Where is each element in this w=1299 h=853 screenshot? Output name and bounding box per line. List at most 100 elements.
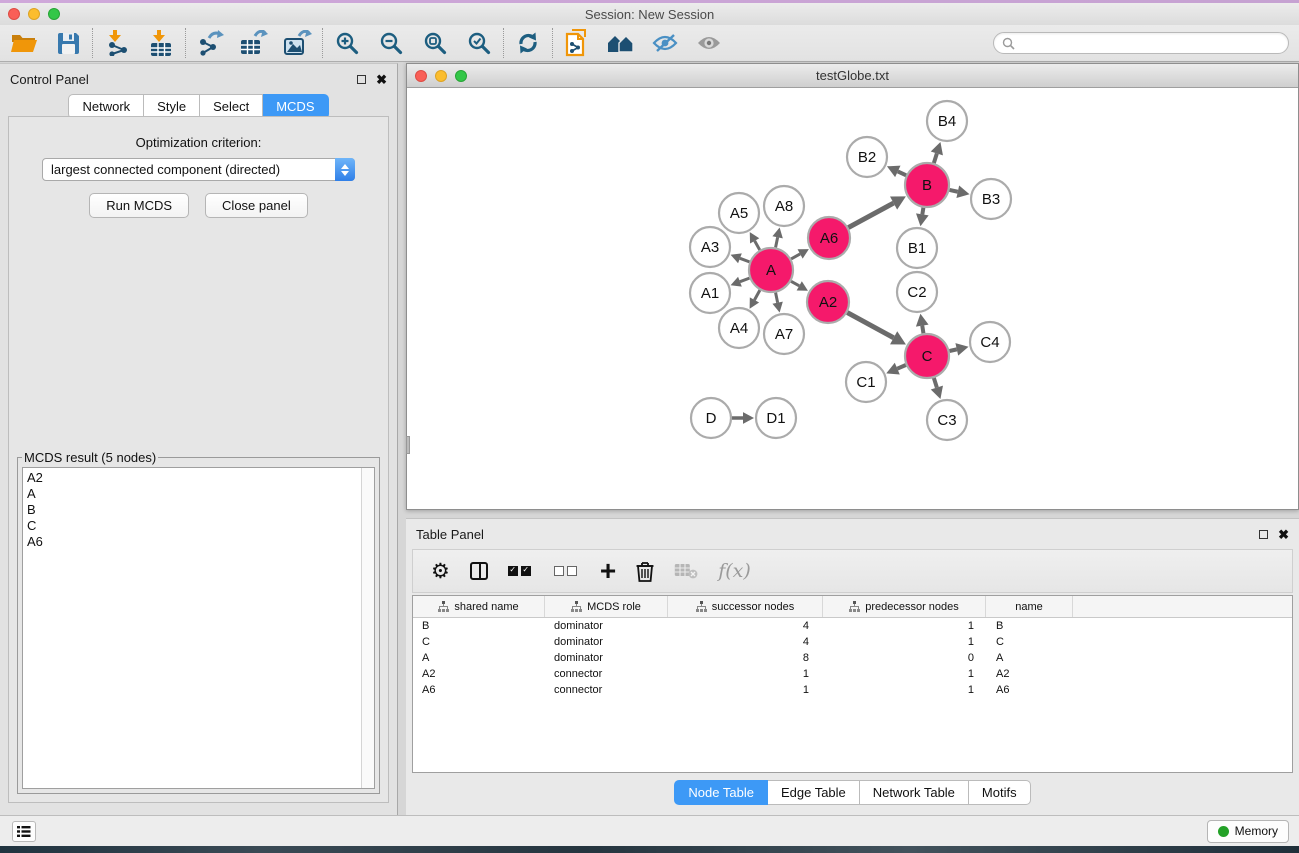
- graph-node-label-A7: A7: [775, 326, 793, 343]
- edge-arrowhead: [916, 314, 929, 327]
- edge-A2-C[interactable]: [847, 313, 893, 338]
- edge-A-A5[interactable]: [755, 241, 760, 250]
- table-panel-title: Table Panel: [416, 527, 484, 542]
- tab-network-table[interactable]: Network Table: [860, 780, 969, 805]
- edge-C-C3[interactable]: [934, 378, 937, 388]
- table-close-panel-icon[interactable]: ✖: [1278, 528, 1289, 541]
- edge-B-B3[interactable]: [949, 190, 957, 192]
- delete-column-trash-icon[interactable]: [636, 558, 654, 584]
- float-panel-icon[interactable]: [357, 75, 366, 84]
- table-cell: 1: [823, 682, 986, 698]
- memory-button[interactable]: Memory: [1207, 820, 1289, 843]
- hide-selected-eye-icon[interactable]: [650, 29, 680, 57]
- mcds-result-item[interactable]: A: [27, 486, 357, 502]
- mcds-result-list[interactable]: A2ABCA6: [23, 468, 361, 788]
- node-table: shared nameMCDS rolesuccessor nodesprede…: [412, 595, 1293, 773]
- import-network-icon[interactable]: [102, 29, 132, 57]
- edge-A-A6[interactable]: [791, 254, 800, 259]
- edge-C-C4[interactable]: [949, 349, 956, 351]
- optimization-criterion-label: Optimization criterion:: [9, 135, 388, 150]
- new-network-from-selection-icon[interactable]: [562, 29, 592, 57]
- column-header-successor-nodes[interactable]: successor nodes: [668, 596, 823, 617]
- zoom-fit-icon[interactable]: [420, 29, 450, 57]
- edge-A-A7[interactable]: [776, 293, 778, 303]
- table-row[interactable]: A2connector11A2: [413, 666, 1292, 682]
- table-cell: A: [986, 650, 1073, 666]
- add-column-icon[interactable]: +: [600, 558, 616, 584]
- task-history-button[interactable]: [12, 821, 36, 842]
- table-cell: dominator: [545, 650, 668, 666]
- refresh-layout-icon[interactable]: [513, 29, 543, 57]
- edge-arrowhead: [955, 343, 968, 355]
- tab-edge-table[interactable]: Edge Table: [768, 780, 860, 805]
- delete-table-icon[interactable]: [674, 558, 698, 584]
- edge-A-A1[interactable]: [740, 278, 750, 282]
- edge-B-B1[interactable]: [922, 208, 923, 215]
- table-cell: C: [986, 634, 1073, 650]
- table-float-panel-icon[interactable]: [1259, 530, 1268, 539]
- graph-node-label-A5: A5: [730, 205, 748, 222]
- mcds-list-scrollbar[interactable]: [361, 468, 374, 788]
- mcds-result-item[interactable]: B: [27, 502, 357, 518]
- edge-C-C1[interactable]: [897, 365, 906, 369]
- edge-A-A8[interactable]: [776, 237, 778, 247]
- tab-motifs[interactable]: Motifs: [969, 780, 1031, 805]
- search-input[interactable]: [1020, 36, 1280, 50]
- edge-A-A4[interactable]: [754, 290, 759, 300]
- run-mcds-button[interactable]: Run MCDS: [89, 193, 189, 218]
- function-builder-icon[interactable]: f(x): [718, 558, 751, 584]
- first-neighbors-icon[interactable]: [606, 29, 636, 57]
- table-cell: 0: [823, 650, 986, 666]
- close-panel-icon[interactable]: ✖: [376, 73, 387, 86]
- open-file-icon[interactable]: [9, 29, 39, 57]
- table-cell: A2: [986, 666, 1073, 682]
- close-panel-button[interactable]: Close panel: [205, 193, 308, 218]
- deselect-all-rows-icon[interactable]: [554, 558, 580, 584]
- memory-label: Memory: [1235, 824, 1278, 838]
- edge-B-B2[interactable]: [898, 171, 906, 175]
- edge-A-A3[interactable]: [740, 258, 750, 262]
- column-header-name[interactable]: name: [986, 596, 1073, 617]
- mcds-result-item[interactable]: C: [27, 518, 357, 534]
- edge-C-C2[interactable]: [922, 326, 923, 334]
- column-header-predecessor-nodes[interactable]: predecessor nodes: [823, 596, 986, 617]
- show-all-eye-icon[interactable]: [694, 29, 724, 57]
- splitter-handle[interactable]: [406, 436, 410, 454]
- table-panel-tabs: Node TableEdge TableNetwork TableMotifs: [406, 780, 1299, 805]
- settings-gear-icon[interactable]: ⚙: [431, 558, 450, 584]
- save-session-icon[interactable]: [53, 29, 83, 57]
- export-network-icon[interactable]: [195, 29, 225, 57]
- select-all-rows-icon[interactable]: [508, 558, 534, 584]
- panel-columns-icon[interactable]: [470, 558, 488, 584]
- column-header-MCDS-role[interactable]: MCDS role: [545, 596, 668, 617]
- memory-status-icon: [1218, 826, 1229, 837]
- export-image-icon[interactable]: [283, 29, 313, 57]
- zoom-out-icon[interactable]: [376, 29, 406, 57]
- table-cell: 1: [668, 682, 823, 698]
- table-row[interactable]: Bdominator41B: [413, 618, 1292, 634]
- mcds-result-item[interactable]: A6: [27, 534, 357, 550]
- zoom-in-icon[interactable]: [332, 29, 362, 57]
- tab-node-table[interactable]: Node Table: [674, 780, 768, 805]
- mcds-result-item[interactable]: A2: [27, 470, 357, 486]
- edge-B-B4[interactable]: [934, 153, 937, 163]
- table-row[interactable]: A6connector11A6: [413, 682, 1292, 698]
- table-row[interactable]: Adominator80A: [413, 650, 1292, 666]
- zoom-selected-icon[interactable]: [464, 29, 494, 57]
- network-canvas[interactable]: B4B2BB3B1A5A8A6A3AA1A2C2A4A7C4CC1C3DD1: [407, 89, 1298, 509]
- export-table-icon[interactable]: [239, 29, 269, 57]
- column-header-shared-name[interactable]: shared name: [413, 596, 545, 617]
- import-table-icon[interactable]: [146, 29, 176, 57]
- table-row[interactable]: Cdominator41C: [413, 634, 1292, 650]
- desktop-background-strip-bottom: [0, 846, 1299, 853]
- mcds-tab-content: Optimization criterion: largest connecte…: [8, 116, 389, 803]
- network-graph[interactable]: B4B2BB3B1A5A8A6A3AA1A2C2A4A7C4CC1C3DD1: [407, 89, 1298, 509]
- edge-arrowhead: [931, 142, 943, 155]
- edge-A6-B[interactable]: [848, 203, 893, 227]
- edge-A-A2[interactable]: [791, 281, 799, 286]
- criterion-dropdown[interactable]: largest connected component (directed): [42, 158, 355, 181]
- table-cell: 1: [823, 634, 986, 650]
- control-panel-header: Control Panel ✖: [0, 64, 397, 94]
- table-cell: 4: [668, 634, 823, 650]
- graph-node-label-C4: C4: [980, 334, 999, 351]
